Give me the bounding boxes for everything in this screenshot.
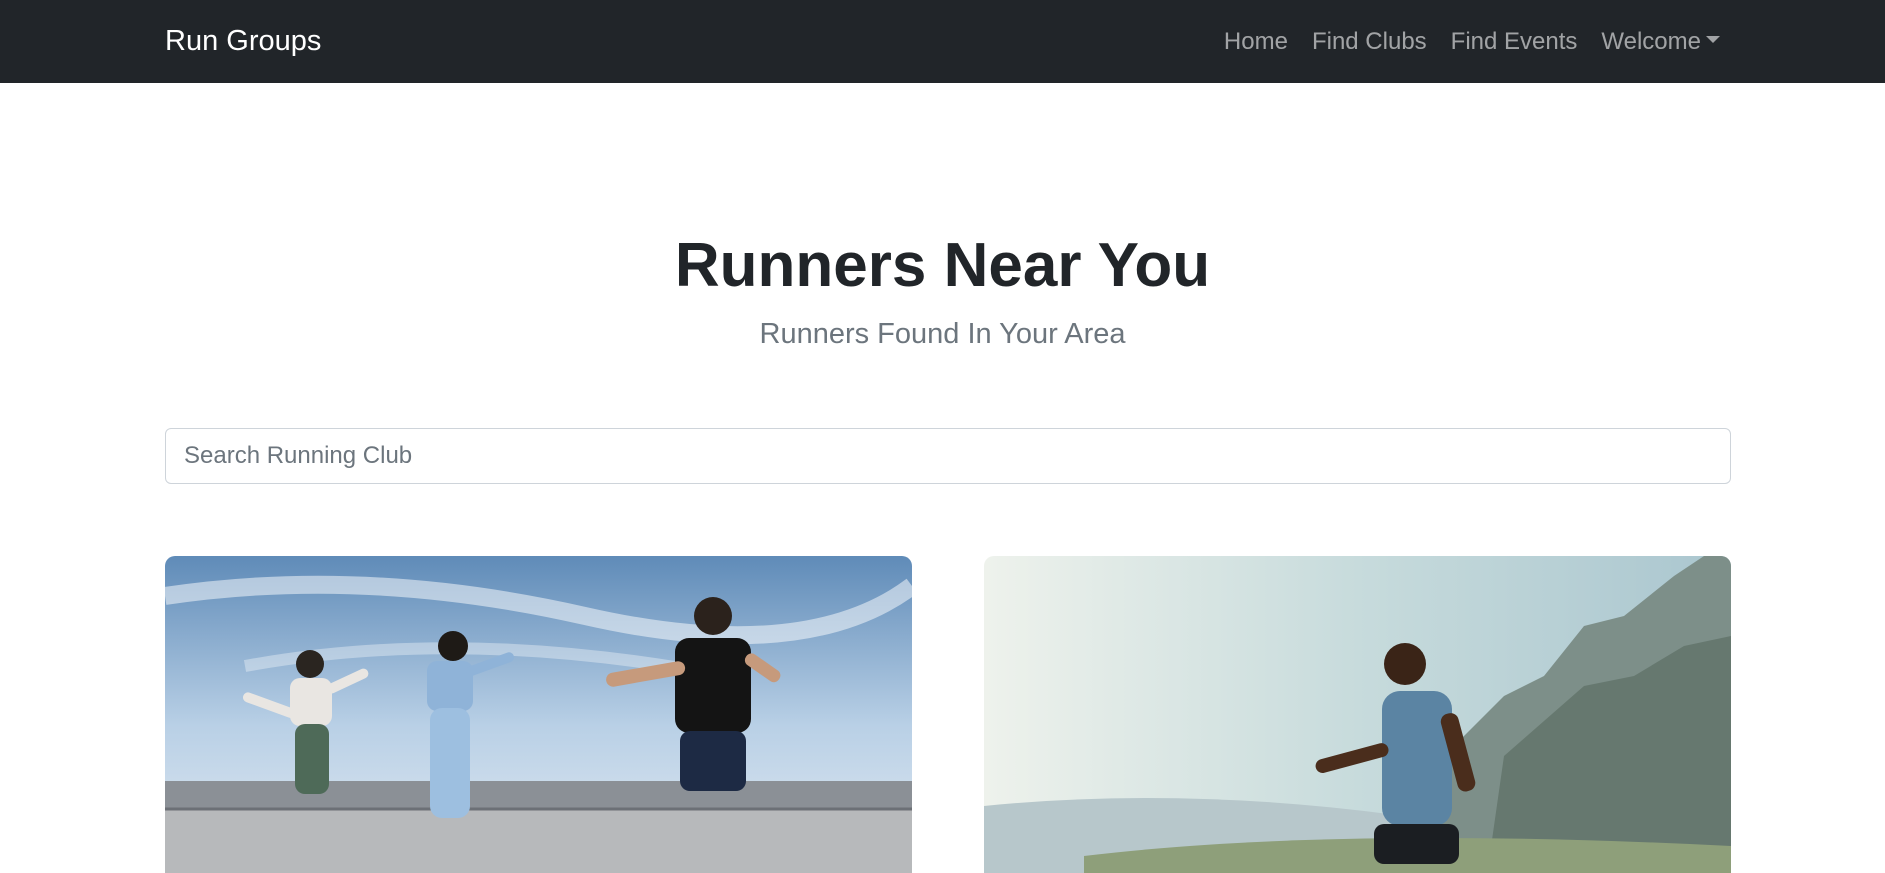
mountain-runner-image [984, 556, 1731, 873]
nav-links: Home Find Clubs Find Events Welcome [1224, 0, 1720, 83]
nav-dropdown-welcome[interactable]: Welcome [1601, 28, 1720, 56]
search-club-input[interactable] [165, 428, 1731, 484]
caret-down-icon [1706, 36, 1720, 43]
brand-link[interactable]: Run Groups [165, 0, 321, 83]
club-card[interactable] [165, 556, 912, 873]
page-title: Runners Near You [674, 231, 1211, 300]
page-subtitle: Runners Found In Your Area [759, 318, 1126, 350]
nav-link-find-clubs[interactable]: Find Clubs [1312, 28, 1427, 56]
club-card[interactable] [984, 556, 1731, 873]
nav-link-home[interactable]: Home [1224, 28, 1288, 56]
top-navbar: Run Groups Home Find Clubs Find Events W… [0, 0, 1885, 83]
nav-link-find-events[interactable]: Find Events [1451, 28, 1578, 56]
group-runners-image [165, 556, 912, 873]
welcome-label: Welcome [1601, 27, 1701, 55]
